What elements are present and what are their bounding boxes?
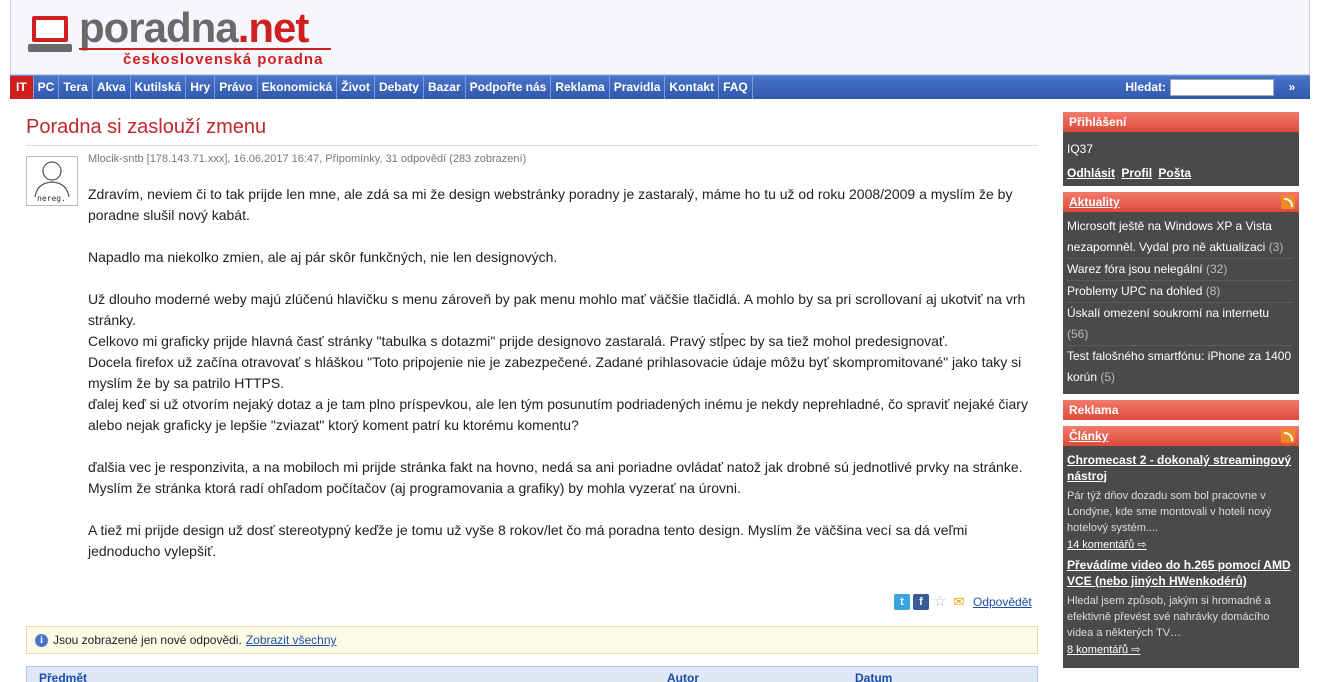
- post-paragraph: A tiež mi prijde design už dosť stereoty…: [88, 522, 968, 559]
- search-area: Hledat: »: [1125, 76, 1310, 98]
- post-paragraph: [88, 268, 1038, 289]
- articles-box-header: Články: [1063, 426, 1299, 446]
- nav-item-kontakt[interactable]: Kontakt: [665, 76, 720, 99]
- articles-box-title[interactable]: Články: [1069, 429, 1108, 443]
- logo-underline: [79, 48, 331, 50]
- avatar: nereg.: [26, 156, 78, 206]
- news-box-title[interactable]: Aktuality: [1069, 195, 1120, 209]
- notice-bar: i Jsou zobrazené jen nové odpovědi. Zobr…: [26, 626, 1038, 654]
- avatar-caption: nereg.: [37, 194, 66, 203]
- nav-item-bazar[interactable]: Bazar: [424, 76, 466, 99]
- nav-item-ekonomicka[interactable]: Ekonomická: [258, 76, 338, 99]
- post-body: Zdravím, neviem či to tak prijde len mne…: [88, 184, 1038, 562]
- nav-item-zivot[interactable]: Život: [337, 76, 375, 99]
- rss-icon[interactable]: [1281, 195, 1295, 209]
- comments-icon: ⇨: [1131, 644, 1141, 656]
- column-author[interactable]: Autor: [667, 671, 699, 682]
- column-date[interactable]: Datum: [855, 671, 892, 682]
- show-all-link[interactable]: Zobrazit všechny: [246, 627, 337, 653]
- post-meta: Mlocik-sntb [178.143.71.xxx], 16.06.2017…: [88, 153, 527, 165]
- post-paragraph: ďalej keď si už otvorím nejaký dotaz a j…: [88, 396, 1028, 433]
- post-paragraph: Zdravím, neviem či to tak prijde len mne…: [88, 186, 1013, 223]
- login-box: Přihlášení IQ37 Odhlásit Profil Pošta: [1063, 112, 1299, 186]
- nav-item-pravo[interactable]: Právo: [215, 76, 258, 99]
- column-subject[interactable]: Předmět: [39, 671, 87, 682]
- nav-item-akva[interactable]: Akva: [93, 76, 131, 99]
- post-paragraph: [88, 499, 1038, 520]
- profile-link[interactable]: Profil: [1121, 166, 1152, 180]
- nav-item-faq[interactable]: FAQ: [719, 76, 753, 99]
- nav-item-reklama[interactable]: Reklama: [551, 76, 610, 99]
- news-item[interactable]: Warez fóra jsou nelegální (32): [1067, 259, 1293, 281]
- post-paragraph: Už dlouho moderné weby majú zlúčenú hlav…: [88, 291, 1026, 328]
- article-description: Pár týž dňov dozadu som bol pracovne v L…: [1067, 490, 1272, 534]
- article-comments-link[interactable]: 8 komentářů ⇨: [1067, 643, 1293, 656]
- nav-item-it[interactable]: IT: [10, 76, 34, 99]
- post-paragraph: [88, 436, 1038, 457]
- article-title[interactable]: Chromecast 2 - dokonalý streamingový nás…: [1067, 452, 1293, 484]
- article-description: Hledal jsem způsob, jakým si hromadně a …: [1067, 595, 1271, 639]
- nav-item-kutilska[interactable]: Kutilská: [131, 76, 187, 99]
- laptop-icon: [28, 16, 72, 52]
- nav-item-hry[interactable]: Hry: [186, 76, 216, 99]
- page-title: Poradna si zaslouží zmenu: [26, 112, 1038, 146]
- nav-item-pc[interactable]: PC: [34, 76, 60, 99]
- search-label: Hledat:: [1125, 80, 1166, 94]
- notice-text: Jsou zobrazené jen nové odpovědi.: [53, 633, 242, 647]
- search-submit-button[interactable]: »: [1274, 80, 1310, 94]
- post-paragraph: Napadlo ma niekolko zmien, ale aj pár sk…: [88, 249, 558, 265]
- login-box-title: Přihlášení: [1063, 112, 1299, 132]
- user-silhouette-icon: [34, 161, 70, 198]
- ads-box-title: Reklama: [1063, 400, 1299, 420]
- info-icon: i: [35, 633, 48, 647]
- right-sidebar: Přihlášení IQ37 Odhlásit Profil Pošta Ak…: [1063, 112, 1299, 674]
- post-paragraph: Myslím že stránka ktorá radí ohľadom poč…: [88, 480, 741, 496]
- rss-icon[interactable]: [1281, 429, 1295, 443]
- news-box: Aktuality Microsoft ještě na Windows XP …: [1063, 192, 1299, 394]
- comments-icon: ⇨: [1137, 539, 1147, 551]
- nav-item-pravidla[interactable]: Pravidla: [610, 76, 666, 99]
- news-item[interactable]: Úskalí omezení soukromí na internetu (56…: [1067, 303, 1293, 346]
- post-actions: t f ☆ ✉ Odpovědět: [894, 592, 1038, 612]
- nav-item-tera[interactable]: Tera: [59, 76, 93, 99]
- main-nav: IT PC Tera Akva Kutilská Hry Právo Ekono…: [10, 75, 1310, 99]
- articles-box: Články Chromecast 2 - dokonalý streaming…: [1063, 426, 1299, 668]
- site-logo[interactable]: poradna.net československá poradna: [27, 6, 347, 70]
- replies-table-header: Předmět Autor Datum: [26, 666, 1038, 682]
- ads-box: Reklama: [1063, 400, 1299, 420]
- article-title[interactable]: Převádíme video do h.265 pomocí AMD VCE …: [1067, 557, 1293, 589]
- star-icon[interactable]: ☆: [932, 594, 948, 610]
- post-paragraph: ďalšia vec je responzivita, a na mobiloc…: [88, 459, 1023, 475]
- mail-link[interactable]: Pošta: [1158, 166, 1191, 180]
- main-content: Poradna si zaslouží zmenu nereg. Mlocik-…: [26, 112, 1038, 682]
- post-paragraph: Celkovo mi graficky prijde hlavná časť s…: [88, 333, 949, 349]
- logout-link[interactable]: Odhlásit: [1067, 166, 1115, 180]
- reply-link[interactable]: Odpovědět: [973, 595, 1032, 609]
- nav-item-podporte[interactable]: Podpořte nás: [466, 76, 552, 99]
- news-item[interactable]: Problemy UPC na dohled (8): [1067, 281, 1293, 303]
- article-comments-link[interactable]: 14 komentářů ⇨: [1067, 538, 1293, 551]
- envelope-icon[interactable]: ✉: [951, 594, 967, 610]
- news-item[interactable]: Test falošného smartfónu: iPhone za 1400…: [1067, 346, 1293, 388]
- facebook-icon[interactable]: f: [913, 594, 929, 610]
- twitter-icon[interactable]: t: [894, 594, 910, 610]
- news-box-header: Aktuality: [1063, 192, 1299, 212]
- logo-tagline: československá poradna: [123, 51, 324, 68]
- post-paragraph: Docela firefox už začína otravovať s hlá…: [88, 354, 1022, 391]
- site-header: poradna.net československá poradna: [10, 0, 1310, 75]
- nav-item-debaty[interactable]: Debaty: [375, 76, 424, 99]
- logged-in-user: IQ37: [1067, 142, 1094, 156]
- post-paragraph: [88, 226, 1038, 247]
- logo-wordmark: poradna.net: [79, 4, 309, 51]
- news-item[interactable]: Microsoft ještě na Windows XP a Vista ne…: [1067, 216, 1293, 259]
- search-input[interactable]: [1170, 78, 1274, 96]
